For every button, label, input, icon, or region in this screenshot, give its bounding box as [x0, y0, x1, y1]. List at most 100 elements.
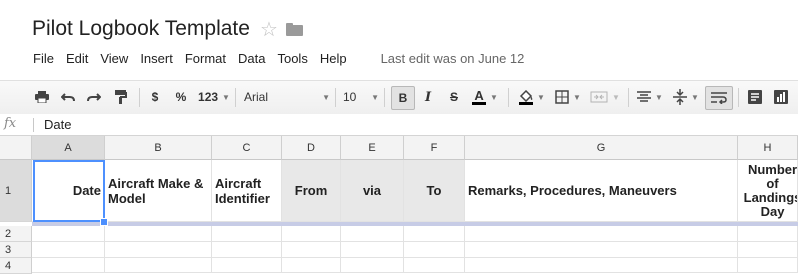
font-family-select[interactable]: Arial ▼	[244, 87, 330, 107]
toolbar-separator	[335, 88, 336, 107]
cell-h1[interactable]: Number of Landings Day	[738, 160, 798, 222]
column-header-b[interactable]: B	[105, 136, 212, 160]
text-color-swatch	[472, 102, 487, 105]
fill-handle[interactable]	[100, 218, 108, 226]
cell-b2[interactable]	[105, 226, 212, 242]
cell-d1[interactable]: From	[282, 160, 341, 222]
menu-tools[interactable]: Tools	[271, 51, 313, 66]
insert-chart-icon[interactable]	[772, 87, 790, 107]
borders-icon	[555, 90, 569, 104]
menu-insert[interactable]: Insert	[134, 51, 179, 66]
column-header-c[interactable]: C	[212, 136, 282, 160]
cell-e1[interactable]: via	[341, 160, 404, 222]
folder-icon[interactable]	[285, 22, 303, 36]
cell-d2[interactable]	[282, 226, 341, 242]
cell-e2[interactable]	[341, 226, 404, 242]
toolbar-separator	[628, 88, 629, 107]
merge-cells-button[interactable]: ▼	[588, 87, 622, 107]
cell-f4[interactable]	[404, 258, 465, 273]
menu-format[interactable]: Format	[179, 51, 232, 66]
cell-a4[interactable]	[32, 258, 105, 273]
menu-help[interactable]: Help	[314, 51, 353, 66]
font-size-value: 10	[343, 90, 357, 104]
undo-icon[interactable]	[59, 87, 77, 107]
chevron-down-icon: ▼	[691, 92, 699, 102]
wrap-text-icon	[711, 92, 727, 104]
column-header-a[interactable]: A	[32, 136, 105, 160]
cell-h4[interactable]	[738, 258, 798, 273]
italic-button[interactable]: I	[420, 87, 436, 107]
cell-f1[interactable]: To	[404, 160, 465, 222]
document-title[interactable]: Pilot Logbook Template	[32, 17, 250, 41]
cell-a2[interactable]	[32, 226, 105, 242]
cell-a3[interactable]	[32, 242, 105, 258]
menu-bar: File Edit View Insert Format Data Tools …	[27, 48, 524, 68]
formula-bar: fx Date	[0, 114, 798, 136]
print-icon[interactable]	[33, 87, 51, 107]
cell-c3[interactable]	[212, 242, 282, 258]
row-header-1[interactable]: 1	[0, 160, 32, 222]
row-header-2[interactable]: 2	[0, 226, 32, 242]
cell-c1[interactable]: Aircraft Identifier	[212, 160, 282, 222]
row-header-3[interactable]: 3	[0, 242, 32, 258]
toolbar-separator	[139, 88, 140, 107]
paint-format-icon[interactable]	[112, 87, 130, 107]
more-formats-button[interactable]: 123 ▼	[196, 87, 232, 107]
align-icon	[637, 91, 652, 102]
redo-icon[interactable]	[85, 87, 103, 107]
cell-h3[interactable]	[738, 242, 798, 258]
currency-format-button[interactable]: $	[148, 87, 162, 107]
menu-data[interactable]: Data	[232, 51, 271, 66]
menu-edit[interactable]: Edit	[60, 51, 94, 66]
text-color-icon: A	[472, 89, 487, 105]
chevron-down-icon: ▼	[490, 92, 498, 102]
cell-d4[interactable]	[282, 258, 341, 273]
toolbar: $ % 123 ▼ Arial ▼ 10 ▼ B I S A ▼ ▼ ▼ ▼ ▼…	[0, 80, 798, 115]
cell-f2[interactable]	[404, 226, 465, 242]
toolbar-separator	[738, 88, 739, 107]
formula-input[interactable]: Date	[44, 117, 71, 132]
cell-b4[interactable]	[105, 258, 212, 273]
column-header-d[interactable]: D	[282, 136, 341, 160]
column-header-f[interactable]: F	[404, 136, 465, 160]
cell-c2[interactable]	[212, 226, 282, 242]
percent-format-button[interactable]: %	[174, 87, 188, 107]
fill-color-button[interactable]: ▼	[516, 87, 548, 107]
vertical-align-button[interactable]: ▼	[672, 87, 700, 107]
cell-e3[interactable]	[341, 242, 404, 258]
cell-e4[interactable]	[341, 258, 404, 273]
cell-b3[interactable]	[105, 242, 212, 258]
cell-d3[interactable]	[282, 242, 341, 258]
toolbar-separator	[508, 88, 509, 107]
text-color-button[interactable]: A ▼	[470, 87, 500, 107]
column-header-g[interactable]: G	[465, 136, 738, 160]
chevron-down-icon: ▼	[222, 92, 230, 102]
toolbar-separator	[384, 88, 385, 107]
horizontal-align-button[interactable]: ▼	[636, 87, 664, 107]
borders-button[interactable]: ▼	[554, 87, 582, 107]
menu-view[interactable]: View	[94, 51, 134, 66]
cell-h2[interactable]	[738, 226, 798, 242]
bold-button[interactable]: B	[391, 86, 415, 110]
chevron-down-icon: ▼	[655, 92, 663, 102]
strikethrough-button[interactable]: S	[446, 87, 462, 107]
cell-b1[interactable]: Aircraft Make & Model	[105, 160, 212, 222]
cell-g2[interactable]	[465, 226, 738, 242]
select-all-corner[interactable]	[0, 136, 32, 160]
menu-file[interactable]: File	[27, 51, 60, 66]
insert-comment-icon[interactable]	[746, 87, 764, 107]
wrap-text-button[interactable]	[705, 86, 733, 110]
cell-g1[interactable]: Remarks, Procedures, Maneuvers	[465, 160, 738, 222]
last-edit-link[interactable]: Last edit was on June 12	[381, 51, 525, 66]
column-header-h[interactable]: H	[738, 136, 798, 160]
cell-g3[interactable]	[465, 242, 738, 258]
cell-c4[interactable]	[212, 258, 282, 273]
font-size-select[interactable]: 10 ▼	[343, 87, 379, 107]
column-header-e[interactable]: E	[341, 136, 404, 160]
spreadsheet-grid: A B C D E F G H 1 2 3 4 Date Aircraft Ma…	[0, 136, 798, 274]
star-icon[interactable]: ☆	[260, 17, 278, 42]
cell-f3[interactable]	[404, 242, 465, 258]
cell-g4[interactable]	[465, 258, 738, 273]
fill-color-swatch	[519, 101, 534, 105]
row-header-4[interactable]: 4	[0, 258, 32, 274]
